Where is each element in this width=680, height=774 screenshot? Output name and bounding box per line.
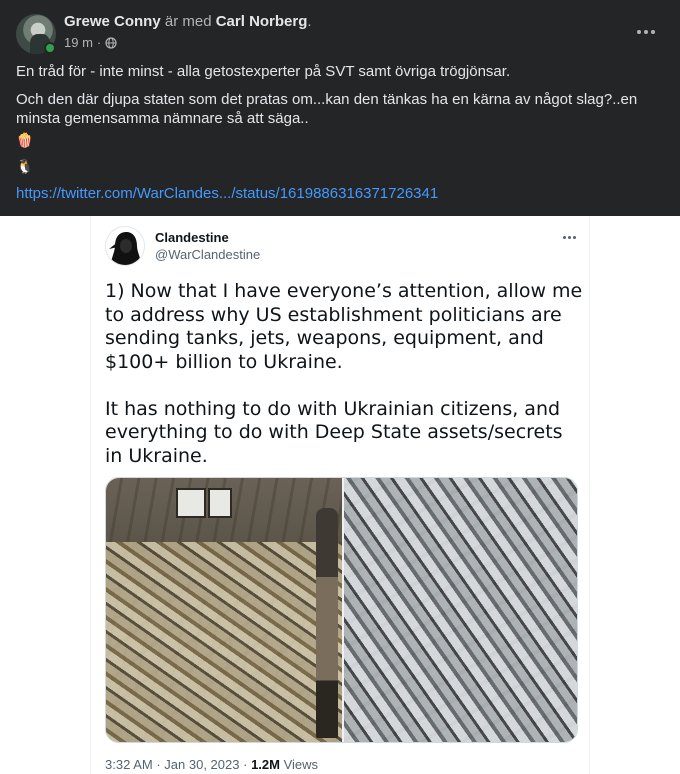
post-meta: 19 m ·: [64, 35, 117, 51]
tweet-author-handle[interactable]: @WarClandestine: [155, 247, 260, 263]
hooded-figure-icon: [109, 232, 142, 265]
footer-dot: ·: [156, 757, 161, 772]
tweet-text: 1) Now that I have everyone’s attention,…: [105, 280, 583, 467]
tweet-time[interactable]: 3:32 AM: [105, 757, 153, 772]
popcorn-emoji: 🍿: [16, 132, 34, 148]
facebook-post: Grewe Conny är med Carl Norberg. 19 m · …: [0, 0, 680, 216]
standing-person: [316, 508, 338, 738]
more-dot: [567, 235, 571, 239]
window: [176, 488, 206, 518]
post-header: Grewe Conny är med Carl Norberg.: [64, 12, 312, 32]
tweet-media[interactable]: [105, 477, 578, 743]
tweet-footer: 3:32 AM · Jan 30, 2023 · 1.2M Views: [105, 757, 318, 773]
grey-shell-casings-photo[interactable]: [344, 478, 577, 742]
online-status-dot: [44, 42, 56, 54]
with-text: är med: [164, 13, 212, 30]
casings-pile: [106, 542, 342, 742]
tweet-options-button[interactable]: [559, 232, 579, 242]
more-dot: [651, 30, 655, 34]
post-paragraph-2: Och den där djupa staten som det pratas …: [16, 91, 638, 127]
tagged-person[interactable]: Carl Norberg: [216, 13, 308, 30]
views-count: 1.2M: [251, 757, 280, 772]
tweet-author-name[interactable]: Clandestine: [155, 230, 229, 246]
views-label: Views: [283, 757, 319, 772]
post-options-button[interactable]: [633, 20, 659, 44]
more-dot: [644, 30, 648, 34]
warehouse-shell-casings-photo[interactable]: [106, 478, 342, 742]
embedded-tweet[interactable]: Clandestine @WarClandestine 1) Now that …: [90, 216, 590, 774]
meta-separator: ·: [96, 35, 102, 50]
post-timestamp[interactable]: 19 m: [64, 35, 93, 51]
author-name[interactable]: Grewe Conny: [64, 13, 161, 30]
tweet-link[interactable]: https://twitter.com/WarClandes.../status…: [16, 184, 438, 203]
footer-dot: ·: [243, 757, 248, 772]
tagged-suffix: .: [307, 13, 312, 30]
more-dot: [562, 235, 566, 239]
more-dot: [637, 30, 641, 34]
post-paragraph-1: En tråd för - inte minst - alla getostex…: [16, 63, 511, 80]
tweet-date[interactable]: Jan 30, 2023: [164, 757, 239, 772]
more-dot: [572, 235, 576, 239]
window: [208, 488, 232, 518]
globe-icon[interactable]: [105, 37, 117, 49]
penguin-emoji: 🐧: [16, 158, 34, 174]
tweet-author-avatar[interactable]: [105, 226, 145, 266]
